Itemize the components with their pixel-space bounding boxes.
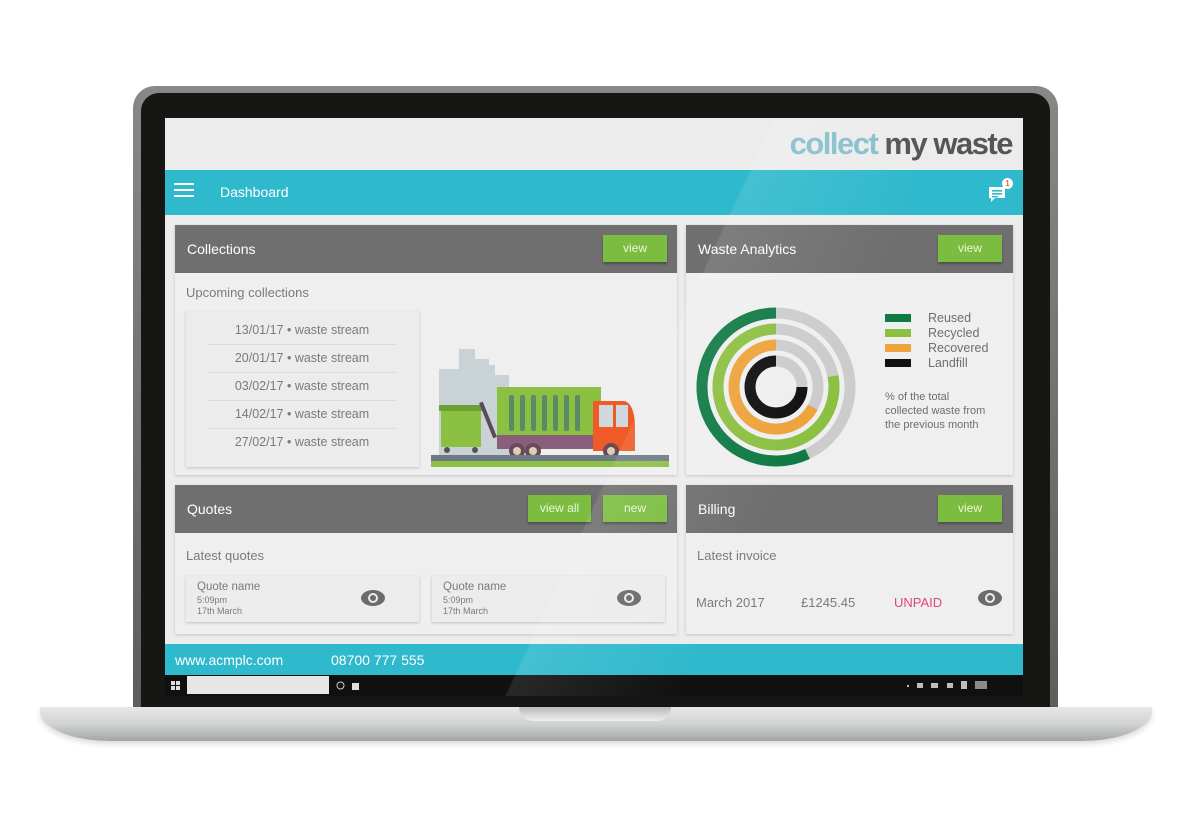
phone-number: 08700 777 555 xyxy=(331,652,425,668)
legend-swatch xyxy=(885,343,911,352)
analytics-header: Waste Analytics view xyxy=(686,225,1013,273)
quotes-title: Quotes xyxy=(187,501,233,517)
list-item[interactable]: 14/02/17 • waste stream xyxy=(208,401,396,429)
billing-view-button[interactable]: view xyxy=(938,495,1002,522)
screen: collect my waste Dashboard 1 Collections… xyxy=(165,118,1023,696)
legend-item-recovered: Recovered xyxy=(885,339,989,355)
taskbar-search-input[interactable] xyxy=(187,676,329,694)
footer: www.acmplc.com 08700 777 555 xyxy=(165,644,1023,675)
tray-keyboard-icon[interactable] xyxy=(975,681,987,689)
quote-item[interactable]: Quote name 5:09pm 17th March xyxy=(186,576,419,622)
tray-volume-icon[interactable] xyxy=(931,683,938,688)
eye-icon[interactable] xyxy=(360,589,386,607)
legend-label: Landfill xyxy=(928,355,968,370)
logo-part-2: my waste xyxy=(884,126,1013,161)
billing-subtitle: Latest invoice xyxy=(697,548,777,563)
collections-card: Collections view Upcoming collections 13… xyxy=(175,225,677,475)
grass xyxy=(431,461,669,467)
windows-start-icon[interactable] xyxy=(171,681,180,690)
view-all-quotes-button[interactable]: view all xyxy=(528,495,591,522)
analytics-card: Waste Analytics view Reused Recycled Recov… xyxy=(686,225,1013,475)
legend-label: Recovered xyxy=(928,340,989,355)
task-view-icon[interactable] xyxy=(336,681,345,690)
quotes-subtitle: Latest quotes xyxy=(186,548,265,563)
list-item[interactable]: 13/01/17 • waste stream xyxy=(208,317,396,345)
invoice-month: March 2017 xyxy=(696,595,765,610)
wheelie-bin xyxy=(439,405,483,453)
tray-battery-icon[interactable] xyxy=(917,683,923,688)
tray-notification-icon[interactable] xyxy=(961,681,967,689)
billing-header: Billing view xyxy=(686,485,1013,533)
tray-chevron-icon[interactable] xyxy=(907,685,909,687)
chart-note: % of the total collected waste from the … xyxy=(885,391,986,431)
quote-name: Quote name xyxy=(443,581,507,593)
analytics-title: Waste Analytics xyxy=(698,241,797,257)
taskbar xyxy=(165,675,1023,696)
garbage-truck-illustration xyxy=(431,349,669,467)
logo: collect my waste xyxy=(789,126,1014,162)
list-item[interactable]: 03/02/17 • waste stream xyxy=(208,373,396,401)
legend-swatch xyxy=(885,328,911,337)
quote-time: 5:09pm xyxy=(197,595,228,605)
website-link[interactable]: www.acmplc.com xyxy=(175,652,283,668)
app-bar: Dashboard 1 xyxy=(165,170,1023,215)
tray-network-icon[interactable] xyxy=(947,683,953,688)
quote-date: 17th March xyxy=(443,606,489,616)
collections-list: 13/01/17 • waste stream 20/01/17 • waste… xyxy=(186,311,419,467)
collections-subtitle: Upcoming collections xyxy=(186,285,309,300)
analytics-view-button[interactable]: view xyxy=(938,235,1002,262)
logo-part-1: collect xyxy=(789,126,879,161)
legend-item-recycled: Recycled xyxy=(885,324,988,340)
legend-item-reused: Reused xyxy=(885,309,988,325)
collections-header: Collections view xyxy=(175,225,677,273)
brand-bar: collect my waste xyxy=(165,118,1023,170)
road xyxy=(431,455,669,461)
waste-ring-chart xyxy=(696,307,856,467)
notification-badge: 1 xyxy=(1002,178,1013,189)
chart-legend: Reused Recycled Recovered Landfill xyxy=(885,309,989,370)
store-icon[interactable] xyxy=(351,681,360,690)
quote-date: 17th March xyxy=(197,606,243,616)
invoice-status: UNPAID xyxy=(894,595,943,610)
quote-name: Quote name xyxy=(197,581,261,593)
legend-swatch xyxy=(885,313,911,322)
new-quote-button[interactable]: new xyxy=(603,495,667,522)
legend-swatch xyxy=(885,358,911,367)
invoice-amount: £1245.45 xyxy=(801,595,856,610)
legend-label: Recycled xyxy=(928,325,980,340)
laptop-notch xyxy=(519,707,671,721)
truck-body xyxy=(497,387,635,459)
eye-icon[interactable] xyxy=(616,589,642,607)
list-item[interactable]: 27/02/17 • waste stream xyxy=(208,429,396,456)
legend-item-landfill: Landfill xyxy=(885,354,988,370)
legend-label: Reused xyxy=(928,310,972,325)
billing-title: Billing xyxy=(698,501,736,517)
quote-time: 5:09pm xyxy=(443,595,474,605)
collections-view-button[interactable]: view xyxy=(603,235,667,262)
billing-card: Billing view Latest invoice March 2017 £… xyxy=(686,485,1013,634)
quotes-card: Quotes view all new Latest quotes Quote … xyxy=(175,485,677,634)
quote-item[interactable]: Quote name 5:09pm 17th March xyxy=(432,576,665,622)
collections-title: Collections xyxy=(187,241,256,257)
eye-icon[interactable] xyxy=(977,589,1003,607)
page-title: Dashboard xyxy=(220,184,289,200)
quotes-header: Quotes view all new xyxy=(175,485,677,533)
list-item[interactable]: 20/01/17 • waste stream xyxy=(208,345,396,373)
menu-icon[interactable] xyxy=(174,183,194,199)
